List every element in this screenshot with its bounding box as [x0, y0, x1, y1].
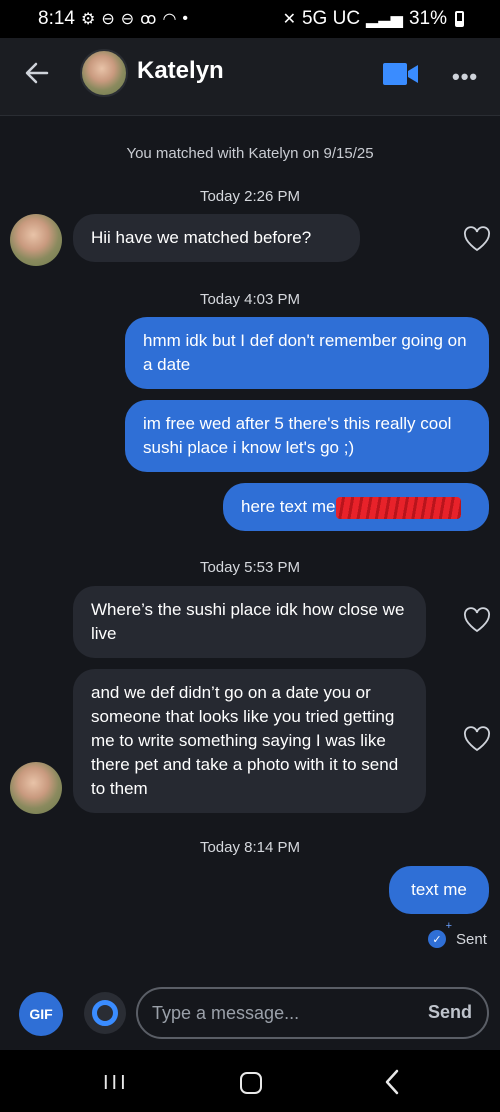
circle-icon — [92, 1000, 118, 1026]
recent-apps-icon[interactable]: III — [103, 1072, 129, 1095]
avatar[interactable] — [10, 214, 62, 266]
timestamp: Today 2:26 PM — [199, 188, 301, 205]
system-nav-bar: III — [0, 1050, 500, 1112]
battery-label: 31% — [408, 8, 447, 29]
message-placeholder: Type a message... — [152, 1003, 300, 1023]
chat-header: Katelyn ••• — [0, 38, 500, 116]
sent-status: ✓ Sent — [428, 920, 487, 948]
wifi-icon: ◠ — [162, 11, 177, 28]
message-incoming[interactable]: Where’s the sushi place idk how close we… — [73, 586, 426, 658]
match-note: You matched with Katelyn on 9/15/25 — [126, 145, 374, 162]
avatar[interactable] — [80, 49, 128, 97]
redaction-scribble — [336, 496, 462, 519]
timestamp: Today 4:03 PM — [199, 291, 301, 308]
video-camera-icon[interactable] — [382, 61, 420, 87]
timestamp: Today 5:53 PM — [199, 559, 301, 576]
app-icon: ⊖ — [101, 11, 115, 28]
message-outgoing[interactable]: text me — [389, 866, 489, 914]
network-label: 5G UC — [301, 8, 361, 29]
message-incoming[interactable]: Hii have we matched before? — [73, 214, 360, 262]
heart-icon[interactable] — [463, 726, 491, 752]
more-dots-icon[interactable]: ••• — [452, 64, 478, 90]
gif-button[interactable]: GIF — [19, 992, 63, 1036]
arrow-left-icon[interactable] — [22, 58, 52, 88]
status-bar: 8:14 ⚙ ⊖ ⊖ ꝏ ◠ • ✕ 5G UC ▂▃▅ 31% — [0, 0, 500, 38]
mute-icon: ✕ — [282, 11, 296, 28]
voicemail-icon: ꝏ — [140, 11, 157, 28]
send-button[interactable]: Send — [428, 1002, 472, 1023]
message-outgoing[interactable]: hmm idk but I def don't remember going o… — [125, 317, 489, 389]
avatar[interactable] — [10, 762, 62, 814]
settings-icon: ⚙ — [80, 11, 96, 28]
sent-label: Sent — [456, 930, 487, 948]
timestamp: Today 8:14 PM — [199, 839, 301, 856]
app-icon: ⊖ — [120, 11, 135, 28]
status-left: 8:14 ⚙ ⊖ ⊖ ꝏ ◠ • — [38, 8, 188, 30]
sent-check-icon: ✓ — [428, 920, 452, 948]
back-icon[interactable] — [382, 1068, 402, 1096]
message-outgoing[interactable]: im free wed after 5 there's this really … — [125, 400, 489, 472]
heart-icon[interactable] — [463, 226, 491, 252]
home-icon[interactable] — [240, 1072, 262, 1094]
ring-button[interactable] — [84, 992, 126, 1034]
dot-icon: • — [182, 10, 189, 27]
status-time: 8:14 — [38, 8, 75, 29]
message-incoming[interactable]: and we def didn’t go on a date you or so… — [73, 669, 426, 813]
message-outgoing[interactable]: here text me — [223, 483, 489, 531]
heart-icon[interactable] — [463, 607, 491, 633]
status-right: ✕ 5G UC ▂▃▅ 31% — [283, 8, 464, 30]
contact-name[interactable]: Katelyn — [137, 57, 224, 85]
message-text: here text me — [241, 497, 336, 516]
battery-icon — [455, 11, 464, 27]
signal-icon: ▂▃▅ — [366, 11, 403, 28]
